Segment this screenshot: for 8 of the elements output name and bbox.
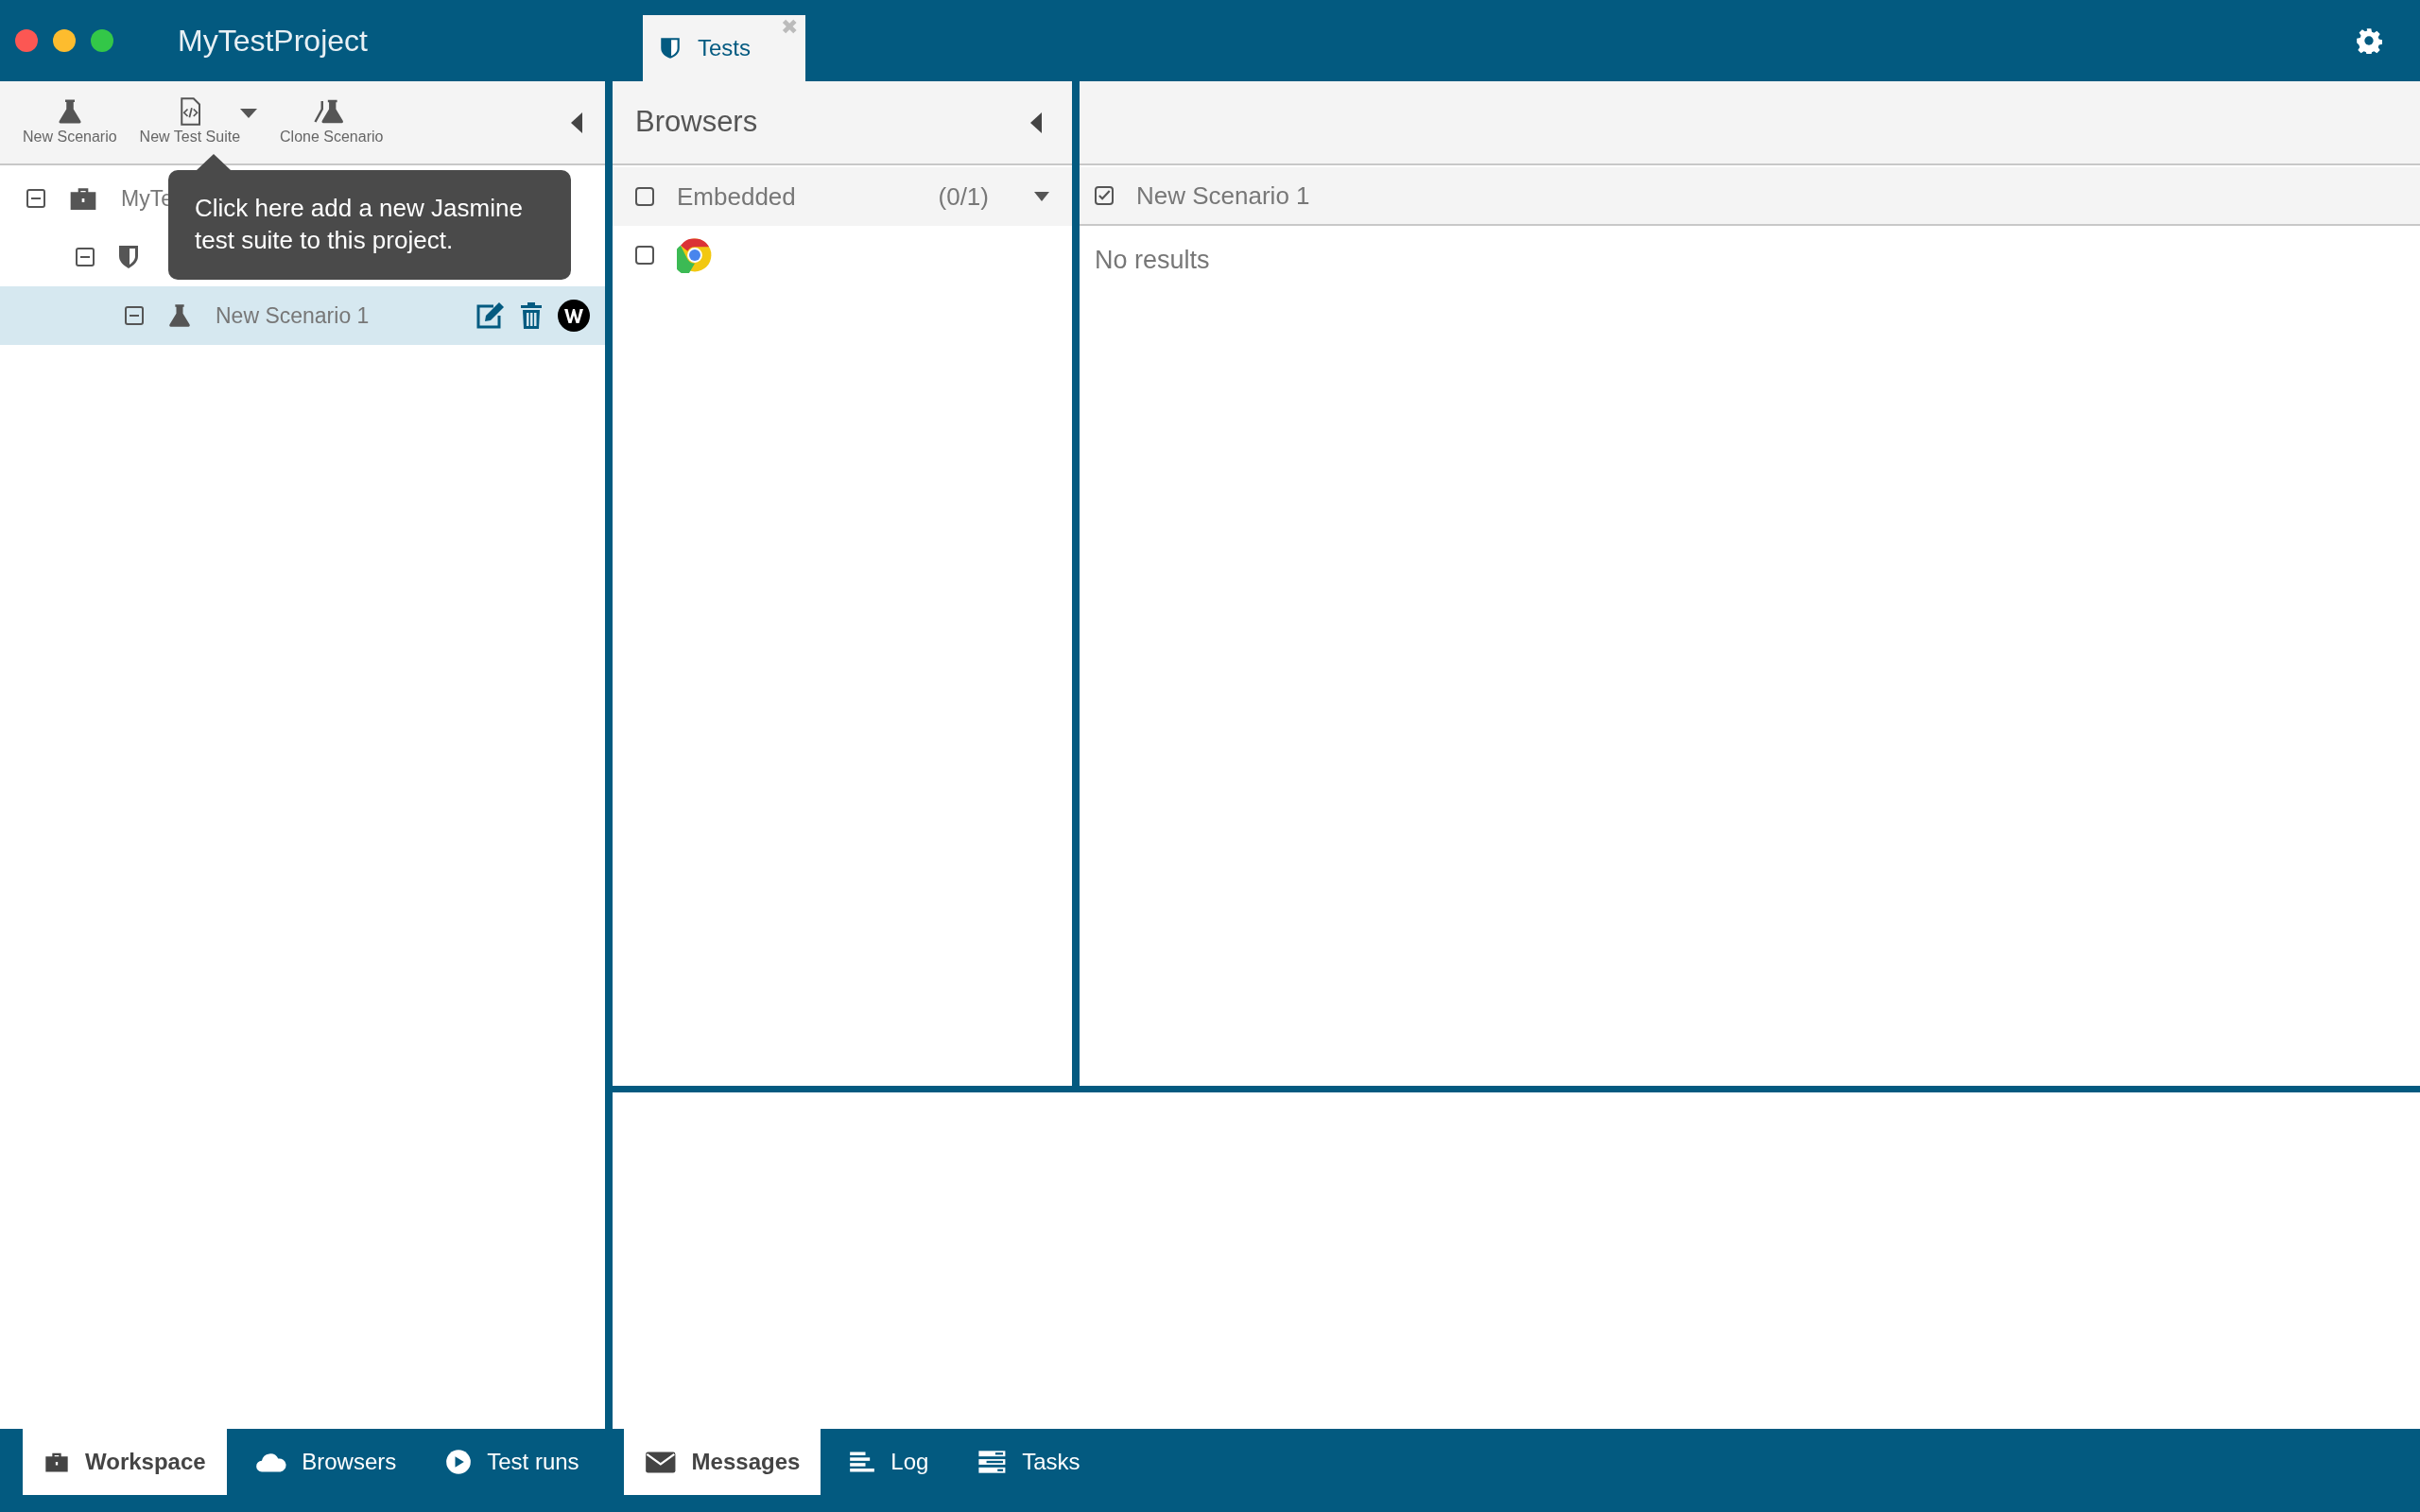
browser-group-label: Embedded	[677, 180, 797, 213]
empty-message: No results	[1094, 245, 1211, 276]
panel-title: Browsers	[635, 104, 758, 141]
scenario-label: New Scenario 1	[1136, 180, 1310, 212]
window-title: MyTestProject	[178, 23, 369, 60]
tooltip: Click here add a new Jasmine test suite to this project.	[168, 170, 571, 280]
browser-count: (0/1)	[938, 180, 989, 213]
tree-item-label: New Scenario 1	[216, 301, 370, 330]
